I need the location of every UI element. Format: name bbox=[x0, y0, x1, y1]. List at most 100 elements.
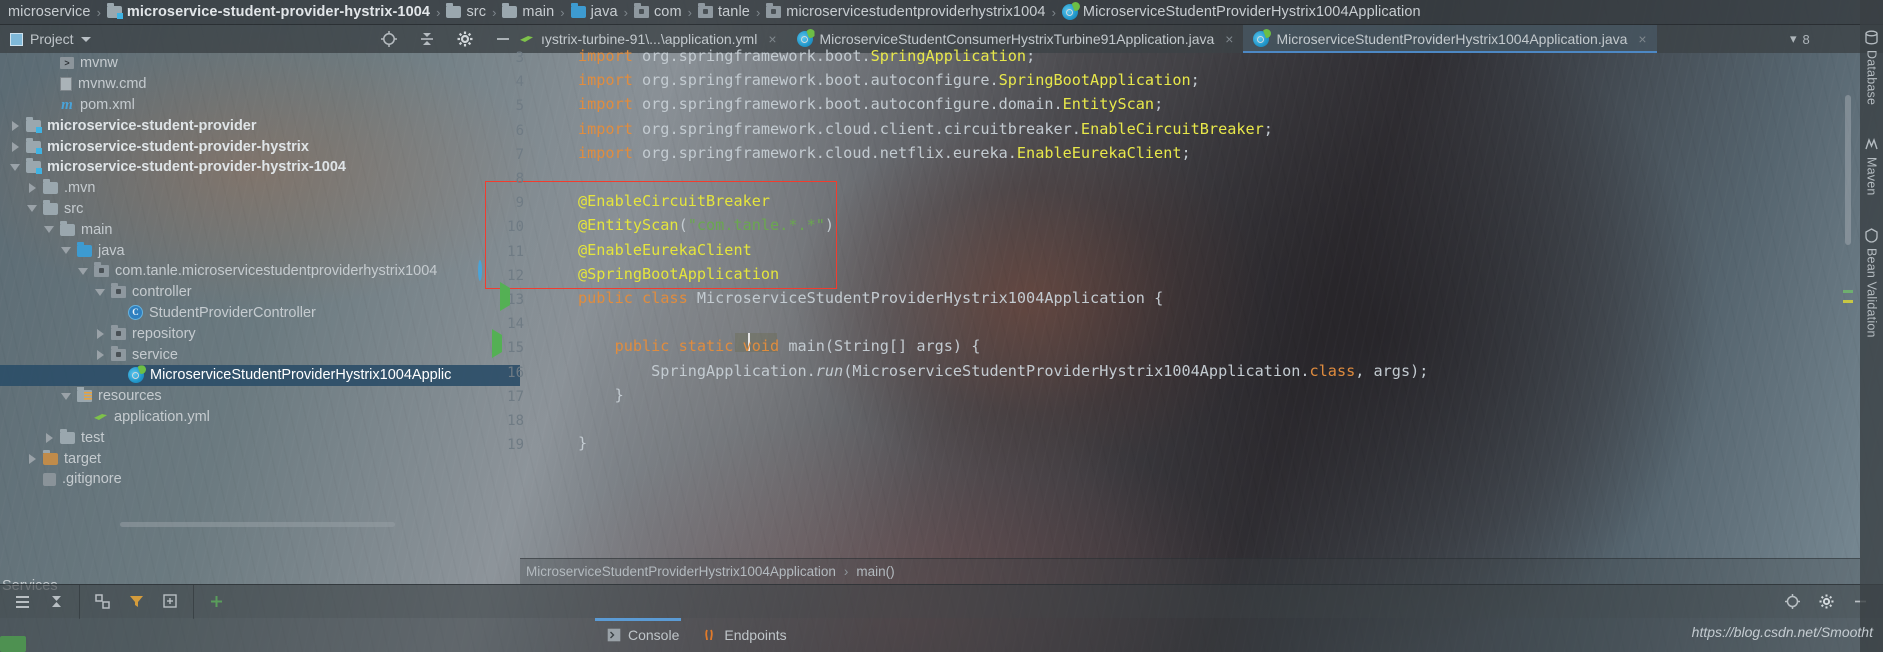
tree-row-13[interactable]: repository bbox=[0, 323, 520, 344]
gutter-search-icon[interactable] bbox=[478, 260, 494, 281]
chevron-down-icon[interactable] bbox=[25, 205, 39, 213]
code-line-13[interactable]: public class MicroserviceStudentProvider… bbox=[578, 289, 1163, 307]
filter-icon[interactable] bbox=[128, 593, 145, 610]
code-line-11[interactable]: @EnableEurekaClient bbox=[578, 241, 752, 259]
chevron-right-icon[interactable] bbox=[93, 349, 107, 360]
tree-row-2[interactable]: m pom.xml bbox=[0, 95, 520, 116]
tab-overflow-chevron[interactable]: ▾ bbox=[1790, 31, 1797, 47]
breadcrumb-item-8[interactable]: MicroserviceStudentProviderHystrix1004Ap… bbox=[1058, 0, 1425, 24]
tree-row-14[interactable]: service bbox=[0, 344, 520, 365]
chevron-down-icon[interactable] bbox=[76, 267, 90, 275]
settings-gear-icon[interactable] bbox=[1818, 593, 1835, 610]
tree-row-19[interactable]: target bbox=[0, 448, 520, 469]
code-line-4[interactable]: import org.springframework.boot.autoconf… bbox=[578, 71, 1200, 89]
run-dashboard-icon[interactable] bbox=[14, 593, 31, 610]
editor-breadcrumb-item-0[interactable]: MicroserviceStudentProviderHystrix1004Ap… bbox=[526, 564, 836, 579]
code-line-6[interactable]: import org.springframework.cloud.client.… bbox=[578, 120, 1273, 138]
tree-row-11[interactable]: controller bbox=[0, 282, 520, 303]
collapse-all-icon[interactable] bbox=[418, 30, 436, 48]
breadcrumb-item-6[interactable]: tanle bbox=[694, 0, 754, 24]
gutter-run-main-icon[interactable] bbox=[492, 329, 508, 358]
add-config-icon[interactable] bbox=[162, 593, 179, 610]
editor-tab-2[interactable]: MicroserviceStudentProviderHystrix1004Ap… bbox=[1243, 25, 1657, 53]
bottom-tab-0[interactable]: Console bbox=[595, 618, 691, 652]
active-bottom-tab-indicator bbox=[595, 618, 681, 621]
run-status-indicator[interactable] bbox=[0, 636, 26, 652]
code-line-10[interactable]: @EntityScan("com.tanle.*.*") bbox=[578, 216, 834, 234]
breadcrumb-item-3[interactable]: main bbox=[498, 0, 558, 24]
code-line-12[interactable]: @SpringBootApplication bbox=[578, 265, 779, 283]
gutter-spring-bean-icon[interactable] bbox=[498, 260, 514, 276]
close-icon[interactable]: × bbox=[768, 31, 776, 47]
tree-row-3[interactable]: microservice-student-provider bbox=[0, 115, 520, 136]
right-tool-strip[interactable]: Database Maven Bean Validation bbox=[1860, 0, 1883, 652]
breadcrumb-item-4[interactable]: java bbox=[567, 0, 622, 24]
locate-icon[interactable] bbox=[380, 30, 398, 48]
code-line-15[interactable]: public static void main(String[] args) { bbox=[578, 337, 981, 355]
chevron-down-icon[interactable] bbox=[59, 247, 73, 255]
tree-row-9[interactable]: java bbox=[0, 240, 520, 261]
chevron-right-icon[interactable] bbox=[25, 183, 39, 194]
chevron-down-icon[interactable] bbox=[59, 392, 73, 400]
chevron-right-icon[interactable] bbox=[25, 453, 39, 464]
editor-breadcrumb[interactable]: MicroserviceStudentProviderHystrix1004Ap… bbox=[520, 558, 1860, 584]
chevron-right-icon[interactable] bbox=[8, 120, 22, 131]
tree-row-4[interactable]: microservice-student-provider-hystrix bbox=[0, 136, 520, 157]
gutter-run-class-icon[interactable] bbox=[500, 282, 516, 311]
tree-row-8[interactable]: main bbox=[0, 219, 520, 240]
chevron-down-icon[interactable] bbox=[42, 226, 56, 234]
tree-row-17[interactable]: application.yml bbox=[0, 407, 520, 428]
locate-icon[interactable] bbox=[1784, 593, 1801, 610]
editor-breadcrumb-item-1[interactable]: main() bbox=[856, 564, 894, 579]
chevron-down-icon[interactable] bbox=[8, 163, 22, 171]
layout-icon[interactable] bbox=[94, 593, 111, 610]
breadcrumb-item-5[interactable]: com bbox=[630, 0, 686, 24]
filter-sort-icon[interactable] bbox=[48, 593, 65, 610]
close-icon[interactable]: × bbox=[1225, 31, 1233, 47]
tree-row-12[interactable]: C StudentProviderController bbox=[0, 303, 520, 324]
code-line-5[interactable]: import org.springframework.boot.autoconf… bbox=[578, 95, 1163, 113]
breadcrumb-item-7[interactable]: microservicestudentproviderhystrix1004 bbox=[762, 0, 1049, 24]
tree-row-0[interactable]: > mvnw bbox=[0, 53, 520, 74]
project-toolwindow-button[interactable]: Project bbox=[0, 25, 180, 53]
chevron-right-icon[interactable] bbox=[93, 328, 107, 339]
breadcrumb-item-1[interactable]: microservice-student-provider-hystrix-10… bbox=[103, 0, 434, 24]
chevron-down-icon[interactable] bbox=[93, 288, 107, 296]
tree-horizontal-scrollbar[interactable] bbox=[120, 522, 395, 527]
code-line-19[interactable]: } bbox=[578, 434, 587, 452]
breadcrumb-item-2[interactable]: src bbox=[442, 0, 490, 24]
right-tool-tab-2[interactable]: Bean Validation bbox=[1864, 227, 1879, 337]
code-token: ; bbox=[1190, 71, 1200, 90]
plus-icon[interactable] bbox=[208, 593, 225, 610]
chevron-right-icon[interactable] bbox=[8, 141, 22, 152]
code-line-9[interactable]: @EnableCircuitBreaker bbox=[578, 192, 770, 210]
settings-gear-icon[interactable] bbox=[456, 30, 474, 48]
bottom-tab-1[interactable]: Endpoints bbox=[691, 618, 798, 652]
chevron-down-icon[interactable] bbox=[80, 36, 91, 42]
right-tool-tab-1[interactable]: Maven bbox=[1864, 137, 1879, 196]
tree-row-10[interactable]: com.tanle.microservicestudentproviderhys… bbox=[0, 261, 520, 282]
code-token: import bbox=[578, 71, 643, 90]
code-line-16[interactable]: SpringApplication.run(MicroserviceStuden… bbox=[578, 362, 1428, 380]
right-tool-tab-0[interactable]: Database bbox=[1864, 30, 1879, 105]
tree-row-6[interactable]: .mvn bbox=[0, 178, 520, 199]
tree-row-20[interactable]: .gitignore bbox=[0, 469, 520, 490]
breadcrumb-item-0[interactable]: microservice bbox=[4, 0, 95, 24]
code-line-17[interactable]: } bbox=[578, 386, 624, 404]
tree-row-16[interactable]: resources bbox=[0, 386, 520, 407]
gutter-spring-icon[interactable] bbox=[478, 287, 494, 303]
code-line-3[interactable]: import org.springframework.boot.SpringAp… bbox=[578, 47, 1035, 65]
tree-row-15[interactable]: MicroserviceStudentProviderHystrix1004Ap… bbox=[0, 364, 520, 386]
chevron-right-icon[interactable] bbox=[42, 432, 56, 443]
tree-row-5[interactable]: microservice-student-provider-hystrix-10… bbox=[0, 157, 520, 178]
bottom-tool-tabs[interactable]: Console Endpoints bbox=[0, 618, 1883, 652]
code-editor[interactable]: 3 import org.springframework.boot.SpringA… bbox=[485, 47, 1860, 558]
tree-row-7[interactable]: src bbox=[0, 199, 520, 220]
tree-row-18[interactable]: test bbox=[0, 427, 520, 448]
code-line-7[interactable]: import org.springframework.cloud.netflix… bbox=[578, 144, 1191, 162]
editor-vertical-scrollbar[interactable] bbox=[1845, 95, 1851, 245]
project-tree[interactable]: > mvnw mvnw.cmd m pom.xml microservice-studen… bbox=[0, 53, 520, 580]
navigation-breadcrumb-bar[interactable]: microservice › microservice-student-provid… bbox=[0, 0, 1883, 25]
close-icon[interactable]: × bbox=[1638, 31, 1646, 47]
tree-row-1[interactable]: mvnw.cmd bbox=[0, 74, 520, 95]
